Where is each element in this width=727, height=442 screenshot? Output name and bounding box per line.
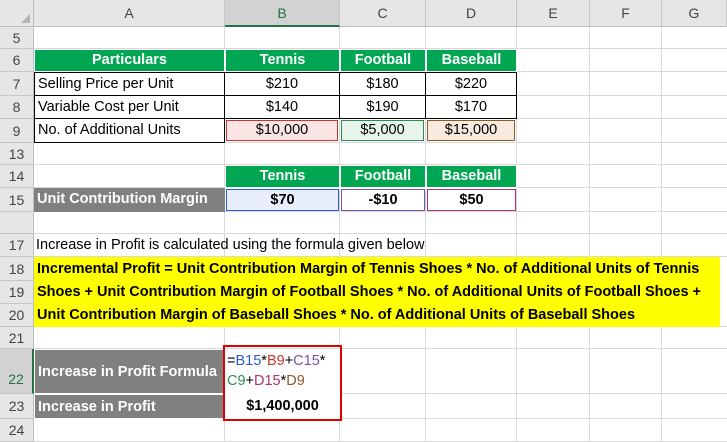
table1-baseball-variable-cost[interactable]: $170 (425, 95, 517, 119)
table2-football-margin[interactable]: -$10 (341, 189, 425, 211)
table1-football-additional-units[interactable]: $5,000 (341, 120, 424, 141)
row-header-16[interactable] (0, 212, 34, 234)
row-header-5[interactable]: 5 (0, 27, 34, 49)
row-header-7[interactable]: 7 (0, 72, 34, 96)
formula-text-line-1[interactable]: Incremental Profit = Unit Contribution M… (34, 257, 720, 281)
table2-tennis-margin[interactable]: $70 (226, 189, 339, 211)
selection-highlight-box (223, 345, 342, 421)
column-header-f[interactable]: F (590, 0, 662, 27)
table1-baseball-additional-units[interactable]: $15,000 (427, 120, 515, 141)
table1-football-selling-price[interactable]: $180 (339, 72, 426, 96)
row-header-20[interactable]: 20 (0, 304, 34, 327)
column-header-a[interactable]: A (34, 0, 225, 27)
table2-label-unit-contribution-margin[interactable]: Unit Contribution Margin (34, 188, 225, 212)
table1-header-particulars[interactable]: Particulars (34, 49, 225, 72)
row-header-17[interactable]: 17 (0, 234, 34, 257)
gridline (661, 27, 662, 442)
row-header-19[interactable]: 19 (0, 281, 34, 304)
row-header-6[interactable]: 6 (0, 49, 34, 72)
row-header-24[interactable]: 24 (0, 419, 34, 442)
column-header-b[interactable]: B (225, 0, 340, 27)
select-all-corner[interactable] (0, 0, 34, 27)
formula-note[interactable]: Increase in Profit is calculated using t… (36, 234, 636, 257)
row-header-22[interactable]: 22 (0, 349, 34, 394)
column-header-g[interactable]: G (662, 0, 727, 27)
formula-text-line-2[interactable]: Shoes + Unit Contribution Margin of Foot… (34, 281, 720, 304)
spreadsheet-grid[interactable]: A B C D E F G 5 6 7 8 9 13 14 15 17 18 1… (0, 0, 727, 442)
row-header-21[interactable]: 21 (0, 327, 34, 349)
row-header-15[interactable]: 15 (0, 188, 34, 212)
select-all-triangle-icon (21, 14, 30, 23)
table1-tennis-selling-price[interactable]: $210 (224, 72, 340, 96)
table2-header-tennis[interactable]: Tennis (225, 165, 340, 188)
table1-label-additional-units[interactable]: No. of Additional Units (34, 118, 225, 143)
table1-header-football[interactable]: Football (340, 49, 426, 72)
table2-header-football[interactable]: Football (340, 165, 426, 188)
row-header-13[interactable]: 13 (0, 143, 34, 165)
table1-baseball-selling-price[interactable]: $220 (425, 72, 517, 96)
row-header-23[interactable]: 23 (0, 394, 34, 419)
table1-header-baseball[interactable]: Baseball (426, 49, 517, 72)
row-header-9[interactable]: 9 (0, 119, 34, 143)
table2-baseball-margin[interactable]: $50 (427, 189, 516, 211)
table1-football-variable-cost[interactable]: $190 (339, 95, 426, 119)
table1-header-tennis[interactable]: Tennis (225, 49, 340, 72)
table1-tennis-variable-cost[interactable]: $140 (224, 95, 340, 119)
table2-header-baseball[interactable]: Baseball (426, 165, 517, 188)
profit-result-label[interactable]: Increase in Profit (34, 394, 225, 419)
column-header-d[interactable]: D (426, 0, 517, 27)
profit-formula-label[interactable]: Increase in Profit Formula (34, 349, 225, 394)
column-header-c[interactable]: C (340, 0, 426, 27)
column-header-e[interactable]: E (517, 0, 590, 27)
row-header-14[interactable]: 14 (0, 165, 34, 188)
formula-text-line-3[interactable]: Unit Contribution Margin of Baseball Sho… (34, 304, 720, 327)
row-header-18[interactable]: 18 (0, 257, 34, 281)
table1-tennis-additional-units[interactable]: $10,000 (226, 120, 338, 141)
row-header-8[interactable]: 8 (0, 96, 34, 119)
table1-label-selling-price[interactable]: Selling Price per Unit (34, 72, 225, 96)
table1-label-variable-cost[interactable]: Variable Cost per Unit (34, 95, 225, 119)
